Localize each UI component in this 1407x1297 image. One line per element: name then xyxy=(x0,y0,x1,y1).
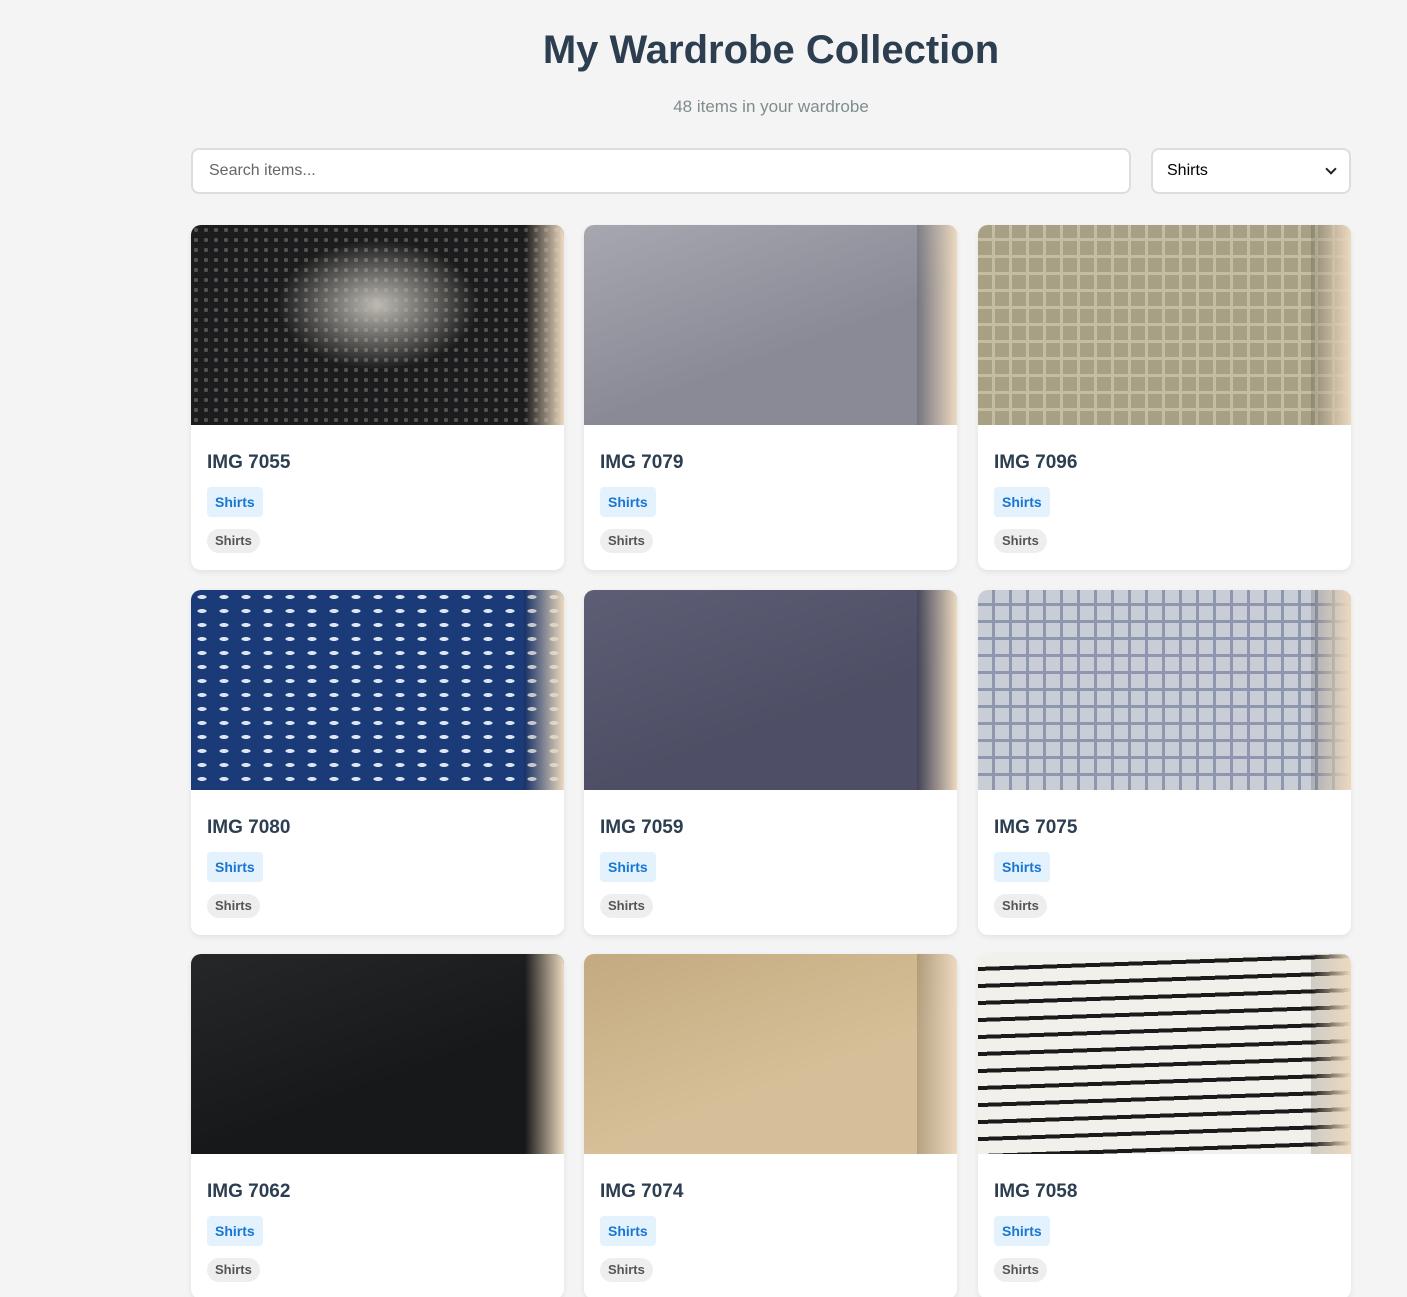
photo-background-wall xyxy=(1311,225,1351,425)
item-name: IMG 7059 xyxy=(600,817,684,838)
photo-background-wall xyxy=(917,590,957,790)
category-select[interactable]: Shirts xyxy=(1151,148,1351,194)
item-name: IMG 7058 xyxy=(994,1181,1078,1202)
photo-background-wall xyxy=(524,590,564,790)
item-card[interactable]: IMG 7080 Shirts Shirts xyxy=(191,590,564,935)
photo-background-wall xyxy=(1311,954,1351,1154)
photo-background-wall xyxy=(524,225,564,425)
tag-chip[interactable]: Shirts xyxy=(600,1258,653,1282)
photo-background-wall xyxy=(524,954,564,1154)
item-photo[interactable] xyxy=(191,954,564,1154)
category-badge: Shirts xyxy=(207,1216,263,1246)
chevron-down-icon xyxy=(1325,163,1337,175)
item-name: IMG 7062 xyxy=(207,1181,291,1202)
item-name: IMG 7080 xyxy=(207,817,291,838)
page-header: My Wardrobe Collection 48 items in your … xyxy=(191,0,1351,117)
item-name: IMG 7096 xyxy=(994,452,1078,473)
item-card[interactable]: IMG 7059 Shirts Shirts xyxy=(584,590,957,935)
item-name: IMG 7074 xyxy=(600,1181,684,1202)
item-photo[interactable] xyxy=(978,590,1351,790)
item-name: IMG 7055 xyxy=(207,452,291,473)
category-badge: Shirts xyxy=(994,1216,1050,1246)
tag-chip[interactable]: Shirts xyxy=(994,894,1047,918)
item-card[interactable]: IMG 7074 Shirts Shirts xyxy=(584,954,957,1297)
category-select-value: Shirts xyxy=(1167,162,1208,179)
item-name: IMG 7079 xyxy=(600,452,684,473)
tag-chip[interactable]: Shirts xyxy=(207,894,260,918)
tag-chip[interactable]: Shirts xyxy=(207,1258,260,1282)
photo-background-wall xyxy=(1311,590,1351,790)
item-card[interactable]: IMG 7096 Shirts Shirts xyxy=(978,225,1351,570)
category-badge: Shirts xyxy=(600,1216,656,1246)
item-card[interactable]: IMG 7079 Shirts Shirts xyxy=(584,225,957,570)
item-count: 48 items in your wardrobe xyxy=(673,97,869,116)
category-badge: Shirts xyxy=(994,852,1050,882)
wardrobe-page: My Wardrobe Collection 48 items in your … xyxy=(0,0,1407,1297)
item-card[interactable]: IMG 7075 Shirts Shirts xyxy=(978,590,1351,935)
item-photo[interactable] xyxy=(584,225,957,425)
category-badge: Shirts xyxy=(600,852,656,882)
tag-chip[interactable]: Shirts xyxy=(994,529,1047,553)
filter-controls: Shirts xyxy=(191,148,1351,194)
item-photo[interactable] xyxy=(191,225,564,425)
photo-background-wall xyxy=(917,225,957,425)
page-title: My Wardrobe Collection xyxy=(542,28,1000,72)
tag-chip[interactable]: Shirts xyxy=(600,894,653,918)
tag-chip[interactable]: Shirts xyxy=(207,529,260,553)
category-badge: Shirts xyxy=(207,852,263,882)
item-photo[interactable] xyxy=(584,590,957,790)
item-card[interactable]: IMG 7062 Shirts Shirts xyxy=(191,954,564,1297)
item-photo[interactable] xyxy=(584,954,957,1154)
tag-chip[interactable]: Shirts xyxy=(600,529,653,553)
search-input[interactable] xyxy=(191,148,1131,194)
item-photo[interactable] xyxy=(978,225,1351,425)
category-badge: Shirts xyxy=(994,487,1050,517)
photo-background-wall xyxy=(917,954,957,1154)
item-photo[interactable] xyxy=(978,954,1351,1154)
item-card[interactable]: IMG 7058 Shirts Shirts xyxy=(978,954,1351,1297)
item-card[interactable]: IMG 7055 Shirts Shirts xyxy=(191,225,564,570)
category-badge: Shirts xyxy=(600,487,656,517)
item-photo[interactable] xyxy=(191,590,564,790)
category-badge: Shirts xyxy=(207,487,263,517)
item-name: IMG 7075 xyxy=(994,817,1078,838)
tag-chip[interactable]: Shirts xyxy=(994,1258,1047,1282)
